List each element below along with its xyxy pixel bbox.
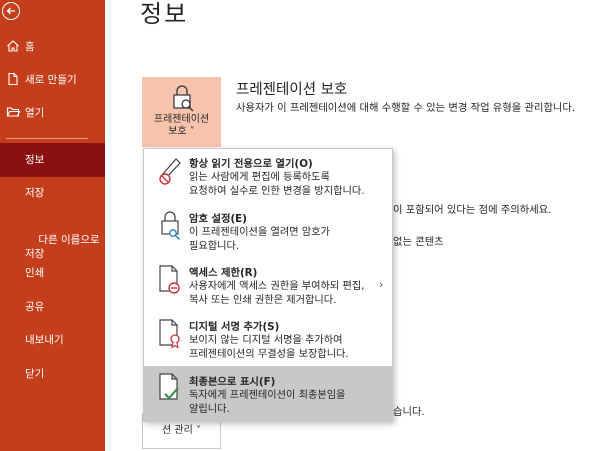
digital-signature-icon xyxy=(159,319,180,349)
mark-final-icon xyxy=(159,373,179,400)
sidebar-item-print[interactable]: 인쇄 xyxy=(0,266,105,280)
menu-item-description: 읽는 사람에게 편집에 등록하도록 요청하여 실수로 인한 변경을 방지합니다. xyxy=(189,172,365,197)
menu-item-title: 액세스 제한(R) xyxy=(189,267,258,279)
new-document-icon xyxy=(8,72,18,86)
sidebar-item-label: 홈 xyxy=(25,40,35,53)
page-title: 정보 xyxy=(140,0,189,28)
protect-dropdown-menu: 항상 읽기 전용으로 열기(O) 읽는 사람에게 편집에 등록하도록 요청하여 … xyxy=(143,148,393,422)
sidebar-item-new[interactable]: 새로 만들기 xyxy=(0,65,105,93)
menu-item-title: 항상 읽기 전용으로 열기(O) xyxy=(189,158,313,170)
menu-item-title: 암호 설정(E) xyxy=(189,213,247,225)
sidebar-divider xyxy=(6,138,88,139)
protect-presentation-button[interactable]: 프레젠테이션 보호 ˅ xyxy=(142,77,221,147)
sidebar-item-label: 내보내기 xyxy=(25,334,64,346)
menu-item-description: 보이지 않는 디지털 서명을 추가하여 프레젠테이션의 무결성을 보장합니다. xyxy=(189,335,349,360)
section-description: 사용자가 이 프레젠테이션에 대해 수행할 수 있는 변경 작업 유형을 관리합… xyxy=(236,102,576,114)
sidebar-item-close[interactable]: 닫기 xyxy=(0,367,105,381)
sidebar-item-label: 열기 xyxy=(25,106,45,119)
sidebar-item-export[interactable]: 내보내기 xyxy=(0,333,105,347)
pencil-no-icon xyxy=(159,158,181,185)
lock-key-icon xyxy=(161,211,180,240)
menu-item-title: 디지털 서명 추가(S) xyxy=(189,321,280,333)
section-title: 프레젠테이션 보호 xyxy=(236,82,348,98)
menu-item-description: 사용자에게 액세스 권한을 부여하되 편집, 복사 또는 인쇄 권한은 제거합니… xyxy=(189,281,365,306)
backstage-sidebar: 홈 새로 만들기 열기 정보 저장 다른 이름으로 저장 인쇄 공유 내보내기 … xyxy=(0,0,105,451)
sidebar-item-info[interactable]: 정보 xyxy=(0,143,105,177)
sidebar-item-label: 닫기 xyxy=(25,368,45,380)
menu-item-read-only[interactable]: 항상 읽기 전용으로 열기(O) 읽는 사람에게 편집에 등록하도록 요청하여 … xyxy=(144,149,392,204)
sidebar-item-label: 정보 xyxy=(25,154,45,166)
sidebar-item-label: 인쇄 xyxy=(25,267,45,279)
menu-item-mark-final[interactable]: 최종본으로 표시(F) 독자에게 프레젠테이션이 최종본임을 알립니다. xyxy=(144,366,392,421)
menu-item-digital-signature[interactable]: 디지털 서명 추가(S) 보이지 않는 디지털 서명을 추가하여 프레젠테이션의… xyxy=(144,312,392,366)
back-arrow-icon[interactable] xyxy=(2,2,20,20)
sidebar-item-label: 공유 xyxy=(25,301,45,313)
restrict-access-icon xyxy=(159,265,180,294)
protect-button-label: 프레젠테이션 xyxy=(153,114,210,125)
folder-open-icon xyxy=(6,107,20,117)
manage-text: 습니다. xyxy=(393,406,425,418)
protect-button-label-2: 보호 ˅ xyxy=(168,126,195,137)
sidebar-item-label: 저장 xyxy=(25,187,45,199)
sidebar-item-home[interactable]: 홈 xyxy=(0,32,105,60)
sidebar-item-save[interactable]: 저장 xyxy=(0,186,105,200)
sidebar-item-label: 다른 이름으로 저장 xyxy=(25,234,100,260)
menu-item-title: 최종본으로 표시(F) xyxy=(189,376,276,388)
menu-item-description: 이 프레젠테이션을 열려면 암호가 필요합니다. xyxy=(189,227,330,252)
inspect-text-2: 없는 콘텐츠 xyxy=(393,236,444,248)
chevron-right-icon: › xyxy=(379,278,384,291)
lock-search-icon xyxy=(172,85,193,112)
sidebar-item-label: 새로 만들기 xyxy=(25,73,77,86)
inspect-text: 이 포함되어 있다는 점에 주의하세요. xyxy=(393,204,552,216)
home-icon xyxy=(7,40,19,52)
sidebar-item-share[interactable]: 공유 xyxy=(0,300,105,314)
menu-item-restrict-access[interactable]: 액세스 제한(R) 사용자에게 액세스 권한을 부여하되 편집, 복사 또는 인… xyxy=(144,258,392,312)
menu-item-encrypt-password[interactable]: 암호 설정(E) 이 프레젠테이션을 열려면 암호가 필요합니다. xyxy=(144,204,392,258)
sidebar-item-open[interactable]: 열기 xyxy=(0,98,105,126)
menu-item-description: 독자에게 프레젠테이션이 최종본임을 알립니다. xyxy=(189,390,346,415)
